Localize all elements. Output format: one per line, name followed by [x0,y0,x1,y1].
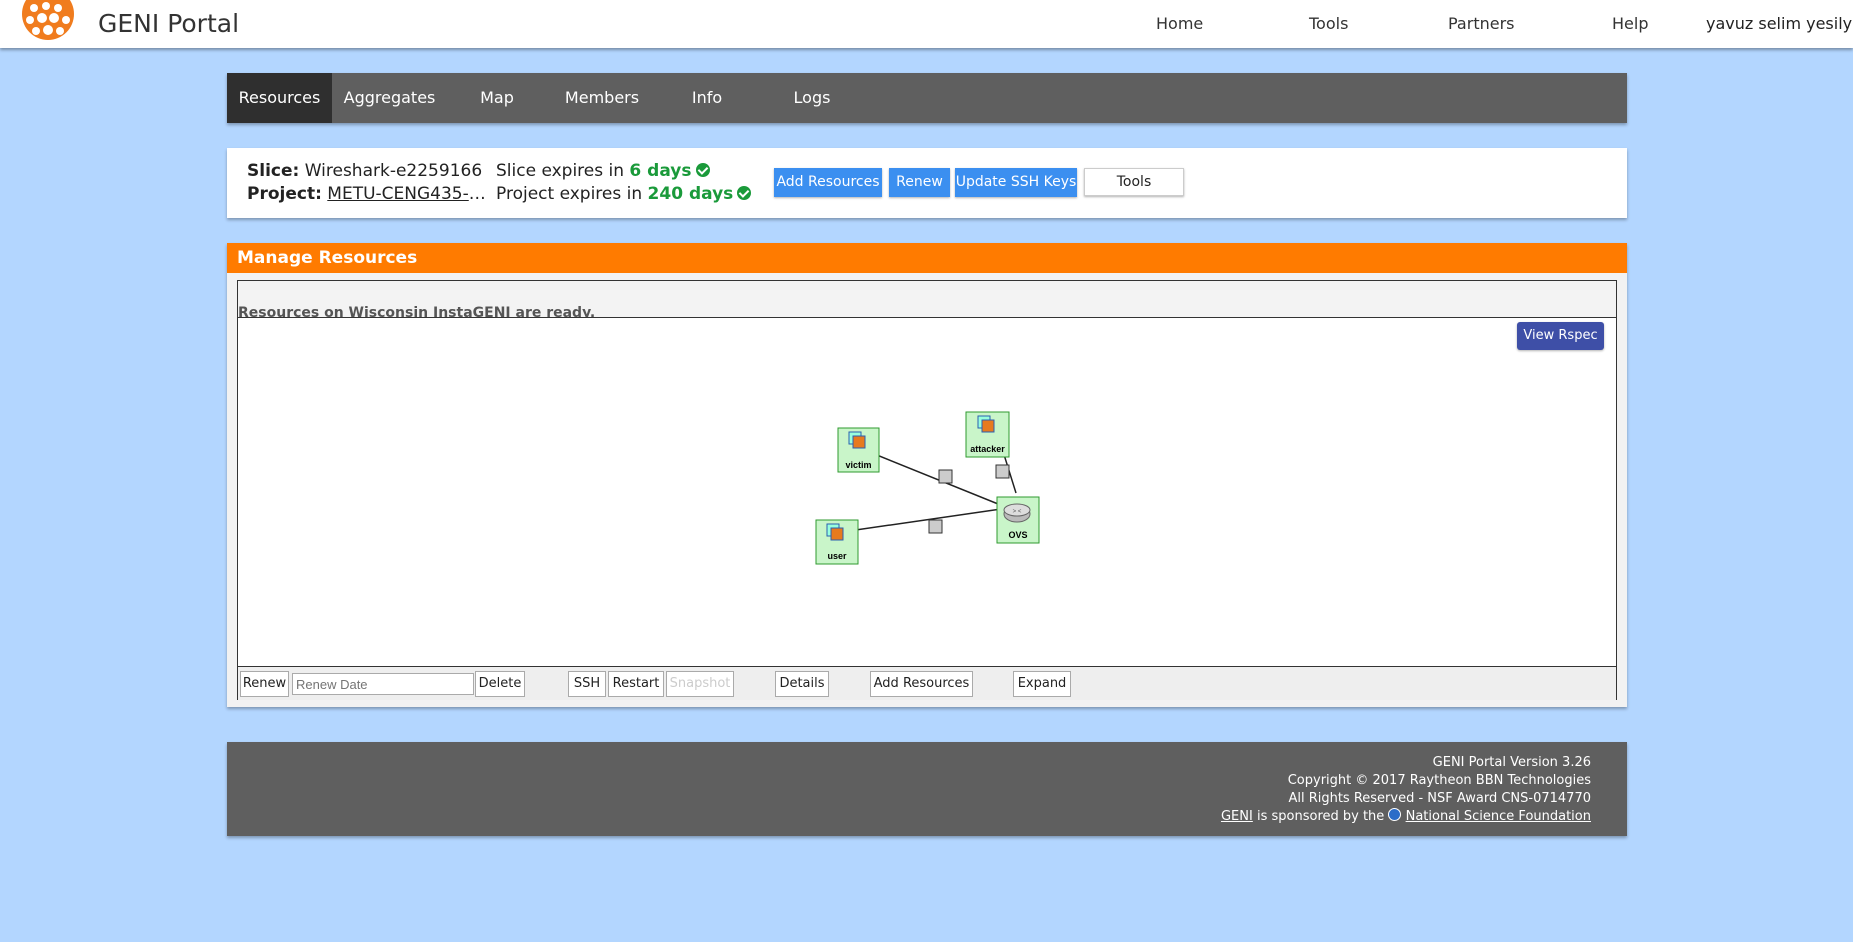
portal-brand-title[interactable]: GENI Portal [98,9,239,38]
manage-resources-title: Manage Resources [227,243,1627,273]
nav-home-link[interactable]: Home [1156,14,1203,33]
renew-slice-button[interactable]: Renew [889,168,950,197]
project-expiry-prefix: Project expires in [496,184,643,204]
node-user[interactable]: user [815,519,859,565]
geni-link[interactable]: GENI [1221,809,1253,824]
check-circle-icon [737,186,752,200]
project-expiry-value: 240 days [647,184,734,204]
tab-resources[interactable]: Resources [227,73,332,123]
slice-name-line: Slice: Wireshark-e2259166 [247,161,482,181]
node-ovs[interactable]: > < OVS [996,496,1040,544]
tab-map[interactable]: Map [447,73,547,123]
slice-tab-bar: Resources Aggregates Map Members Info Lo… [227,73,1627,123]
node-attacker-label: attacker [970,444,1005,454]
restart-button[interactable]: Restart [608,671,664,697]
nsf-globe-icon [1388,808,1402,821]
node-victim[interactable]: victim [837,427,880,473]
slice-info-panel: Slice: Wireshark-e2259166 Project: METU-… [227,148,1627,218]
node-ovs-label: OVS [1008,530,1027,540]
footer-rights: All Rights Reserved - NSF Award CNS-0714… [1288,791,1591,806]
ssh-button[interactable]: SSH [568,671,606,697]
update-ssh-keys-button[interactable]: Update SSH Keys [955,168,1077,197]
nav-tools-link[interactable]: Tools [1309,14,1348,33]
svg-text:> <: > < [1013,509,1022,515]
slice-expiry-prefix: Slice expires in [496,161,625,181]
tools-button[interactable]: Tools [1084,168,1184,196]
slice-expiry: Slice expires in 6 days [496,161,710,181]
link-user-ovs-square[interactable] [928,519,943,534]
project-expiry: Project expires in 240 days [496,184,752,204]
node-user-label: user [827,551,847,561]
add-resources-toolbar-button[interactable]: Add Resources [870,671,973,697]
project-link[interactable]: METU-CENG435-Proj... [327,184,495,204]
add-resources-button[interactable]: Add Resources [774,168,882,197]
manage-resources-panel: Manage Resources Resources on Wisconsin … [227,243,1627,707]
check-circle-icon [695,163,710,177]
snapshot-button[interactable]: Snapshot [666,671,734,697]
node-attacker[interactable]: attacker [965,411,1010,458]
jacks-editor: Resources on Wisconsin InstaGENI are rea… [237,280,1617,700]
tab-logs[interactable]: Logs [757,73,867,123]
slice-name: Wireshark-e2259166 [304,161,483,181]
details-button[interactable]: Details [775,671,829,697]
delete-button[interactable]: Delete [475,671,525,697]
sponsored-text: is sponsored by the [1256,809,1385,824]
geni-logo-icon[interactable] [20,0,76,42]
tab-info[interactable]: Info [657,73,757,123]
expand-button[interactable]: Expand [1013,671,1071,697]
top-navbar: GENI Portal Home Tools Partners Help yav… [0,0,1853,48]
slice-expiry-value: 6 days [629,161,692,181]
tab-aggregates[interactable]: Aggregates [332,73,447,123]
resource-toolbar: Renew Delete SSH Restart Snapshot Detail… [238,667,1616,700]
topology-graph[interactable]: victim attacker user > < OVS [238,318,1616,668]
node-victim-label: victim [845,460,871,470]
slice-label: Slice: [247,161,300,181]
renew-node-button[interactable]: Renew [240,671,289,697]
topology-canvas[interactable]: View Rspec victim attacker user > < OVS [238,317,1616,667]
link-attacker-ovs-square[interactable] [995,464,1010,479]
tab-members[interactable]: Members [547,73,657,123]
project-name-line: Project: METU-CENG435-Proj... [247,184,495,204]
renew-date-input[interactable] [292,673,474,695]
page-footer: GENI Portal Version 3.26 Copyright © 201… [227,742,1627,836]
nav-partners-link[interactable]: Partners [1448,14,1514,33]
project-label: Project: [247,184,322,204]
footer-version: GENI Portal Version 3.26 [1432,755,1591,770]
link-victim-ovs-square[interactable] [938,469,953,484]
footer-copyright: Copyright © 2017 Raytheon BBN Technologi… [1287,773,1591,788]
nsf-link[interactable]: National Science Foundation [1406,809,1591,824]
user-name-menu[interactable]: yavuz selim yesilyurt [1706,14,1853,33]
footer-sponsor-line: GENI is sponsored by the National Scienc… [227,808,1591,826]
nav-help-link[interactable]: Help [1612,14,1648,33]
